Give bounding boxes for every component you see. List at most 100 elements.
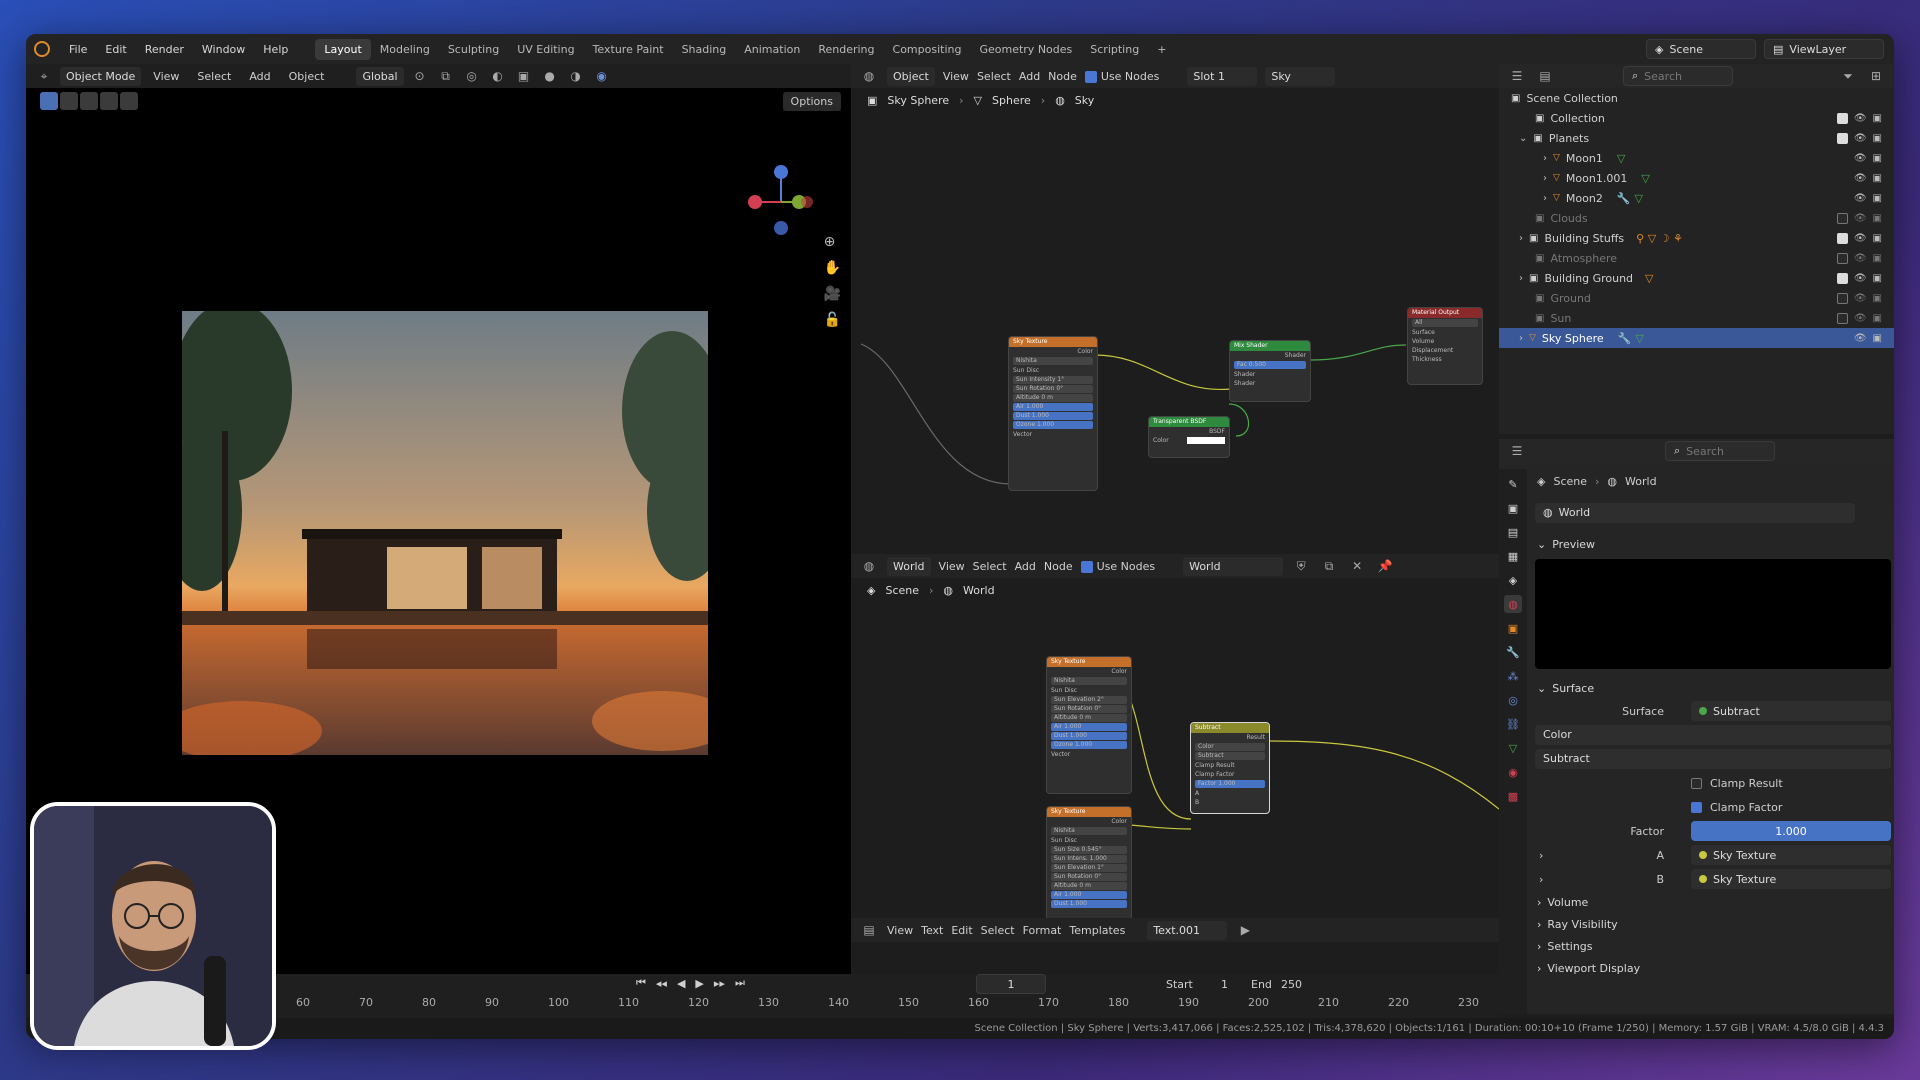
surface-shader-selector[interactable]: Subtract — [1691, 701, 1891, 721]
select-extend-tool[interactable] — [80, 92, 98, 110]
select-box-tool[interactable] — [40, 92, 58, 110]
editor-type-icon[interactable]: ☰ — [1507, 66, 1527, 86]
node-field[interactable]: Sun Elevation 2° — [1051, 696, 1127, 704]
display-mode-icon[interactable]: ▤ — [1535, 66, 1555, 86]
exclude-checkbox[interactable] — [1836, 252, 1848, 264]
node-field[interactable]: Sun Rotation 0° — [1013, 385, 1093, 393]
tab-compositing[interactable]: Compositing — [884, 39, 971, 60]
output-tab-icon[interactable]: ▤ — [1504, 523, 1522, 541]
camera-icon[interactable]: ▣ — [1873, 193, 1882, 204]
camera-icon[interactable]: ▣ — [1873, 333, 1882, 344]
chevron-right-icon[interactable]: › — [1543, 193, 1547, 204]
chevron-right-icon[interactable]: › — [1539, 849, 1543, 862]
exclude-checkbox[interactable] — [1836, 272, 1848, 284]
physics-tab-icon[interactable]: ◎ — [1504, 691, 1522, 709]
node-field[interactable]: Ozone 1.000 — [1051, 741, 1127, 749]
select-new-tool[interactable] — [60, 92, 78, 110]
camera-icon[interactable]: ▣ — [1873, 313, 1882, 324]
tab-geometry-nodes[interactable]: Geometry Nodes — [970, 39, 1081, 60]
clamp-factor-checkbox[interactable] — [1691, 801, 1702, 813]
prev-keyframe-icon[interactable]: ◂◂ — [656, 977, 667, 990]
chevron-right-icon[interactable]: › — [1519, 333, 1523, 344]
node-checkbox[interactable]: Sun Disc — [1047, 836, 1131, 845]
shader-editor-object[interactable]: ◍ Object View Select Add Node Use Nodes … — [851, 64, 1499, 524]
chevron-right-icon[interactable]: › — [1543, 173, 1547, 184]
exclude-checkbox[interactable] — [1836, 312, 1848, 324]
start-field[interactable]: 1 — [1221, 978, 1228, 991]
tab-modeling[interactable]: Modeling — [371, 39, 439, 60]
modifier-tab-icon[interactable]: 🔧 — [1504, 643, 1522, 661]
node-sky-texture[interactable]: Sky Texture Color Nishita Sun Disc Sun I… — [1008, 336, 1098, 491]
panel-ray-visibility-header[interactable]: › Ray Visibility — [1531, 913, 1894, 935]
outliner-row-moon2[interactable]: › ▽ Moon2 🔧 ▽ 👁 ▣ — [1499, 188, 1894, 208]
editor-type-icon[interactable]: ⌖ — [34, 66, 54, 86]
chevron-right-icon[interactable]: › — [1519, 273, 1523, 284]
menu-help[interactable]: Help — [254, 43, 297, 56]
eye-icon[interactable]: 👁 — [1854, 113, 1867, 124]
blend-mode-dropdown[interactable]: Subtract — [1535, 749, 1891, 769]
node-field[interactable]: Dust 1.000 — [1013, 412, 1093, 420]
outliner-row-planets[interactable]: ⌄ ▣ Planets 👁 ▣ — [1499, 128, 1894, 148]
view-layer-tab-icon[interactable]: ▦ — [1504, 547, 1522, 565]
scene-selector[interactable]: ◈ Scene — [1646, 39, 1756, 59]
node-field[interactable]: Air 1.000 — [1051, 891, 1127, 899]
node-field[interactable]: Altitude 0 m — [1051, 714, 1127, 722]
navigation-gizmo[interactable] — [741, 164, 821, 244]
menu-window[interactable]: Window — [193, 43, 254, 56]
camera-icon[interactable]: ▣ — [1873, 233, 1882, 244]
tab-rendering[interactable]: Rendering — [809, 39, 883, 60]
node-field[interactable]: Sun Rotation 0° — [1051, 705, 1127, 713]
shading-solid-icon[interactable]: ● — [540, 66, 560, 86]
eye-icon[interactable]: 👁 — [1854, 293, 1867, 304]
properties-search-input[interactable]: ⌕ Search — [1665, 441, 1775, 461]
node-checkbox[interactable]: Sun Disc — [1009, 366, 1097, 375]
object-tab-icon[interactable]: ▣ — [1504, 619, 1522, 637]
eye-icon[interactable]: 👁 — [1854, 333, 1867, 344]
node-sky-texture-b[interactable]: Sky Texture Color Nishita Sun Disc Sun S… — [1046, 806, 1132, 934]
shading-material-icon[interactable]: ◑ — [566, 66, 586, 86]
tool-tab-icon[interactable]: ✎ — [1504, 475, 1522, 493]
tab-layout[interactable]: Layout — [315, 38, 371, 60]
node-field[interactable]: Dust 1.000 — [1051, 732, 1127, 740]
chevron-right-icon[interactable]: › — [1539, 873, 1543, 886]
camera-icon[interactable]: ▣ — [1873, 173, 1882, 184]
node-sky-texture-a[interactable]: Sky Texture Color Nishita Sun Disc Sun E… — [1046, 656, 1132, 794]
data-tab-icon[interactable]: ▽ — [1504, 739, 1522, 757]
eye-icon[interactable]: 👁 — [1854, 253, 1867, 264]
outliner-row-moon1-001[interactable]: › ▽ Moon1.001 ▽ 👁 ▣ — [1499, 168, 1894, 188]
tab-shading[interactable]: Shading — [673, 39, 736, 60]
input-b-selector[interactable]: Sky Texture — [1691, 869, 1891, 889]
tab-texture-paint[interactable]: Texture Paint — [584, 39, 673, 60]
text-menu-view[interactable]: View — [887, 924, 913, 937]
proportional-icon[interactable]: ◎ — [462, 66, 482, 86]
mode-dropdown[interactable]: Object Mode — [60, 66, 142, 86]
editor-type-icon[interactable]: ☰ — [1507, 441, 1527, 461]
node-field[interactable]: Sun Rotation 0° — [1051, 873, 1127, 881]
exclude-checkbox[interactable] — [1836, 232, 1848, 244]
factor-slider[interactable]: 1.000 — [1691, 821, 1891, 841]
node-field[interactable]: Fac 0.500 — [1234, 361, 1306, 369]
text-menu-select[interactable]: Select — [981, 924, 1015, 937]
outliner-row-building-stuffs[interactable]: › ▣ Building Stuffs ⚲ ▽ ☽ ⚘ 👁 ▣ — [1499, 228, 1894, 248]
eye-icon[interactable]: 👁 — [1854, 133, 1867, 144]
particles-tab-icon[interactable]: ⁂ — [1504, 667, 1522, 685]
material-tab-icon[interactable]: ◉ — [1504, 763, 1522, 781]
viewport-menu-object[interactable]: Object — [283, 70, 331, 83]
shading-rendered-icon[interactable]: ◉ — [592, 66, 612, 86]
select-subtract-tool[interactable] — [100, 92, 118, 110]
constraints-tab-icon[interactable]: ⛓ — [1504, 715, 1522, 733]
node-field[interactable]: Altitude 0 m — [1013, 394, 1093, 402]
menu-edit[interactable]: Edit — [96, 43, 135, 56]
node-checkbox[interactable]: Sun Disc — [1047, 686, 1131, 695]
outliner-row-collection[interactable]: ▣ Collection 👁 ▣ — [1499, 108, 1894, 128]
exclude-checkbox[interactable] — [1836, 112, 1848, 124]
node-field[interactable]: Dust 1.000 — [1051, 900, 1127, 908]
tab-sculpting[interactable]: Sculpting — [439, 39, 508, 60]
menu-render[interactable]: Render — [136, 43, 193, 56]
pivot-icon[interactable]: ⊙ — [410, 66, 430, 86]
node-transparent-bsdf[interactable]: Transparent BSDF BSDF Color — [1148, 416, 1230, 458]
zoom-icon[interactable]: ⊕ — [824, 234, 841, 250]
text-menu-format[interactable]: Format — [1023, 924, 1062, 937]
snap-icon[interactable]: ⧉ — [436, 66, 456, 86]
text-file-selector[interactable]: Text.001 — [1147, 920, 1228, 940]
